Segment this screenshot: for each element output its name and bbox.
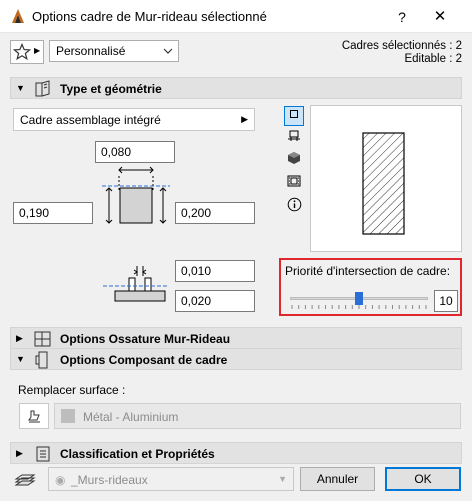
frame-gap-diagram: [103, 266, 167, 302]
offset-left-field[interactable]: 0,190: [13, 202, 93, 224]
section-view-icon: [288, 130, 300, 141]
info-button[interactable]: [284, 197, 304, 217]
priority-slider-ticks: [291, 305, 427, 309]
collapse-arrow-icon: ▼: [16, 354, 25, 364]
plan-view-icon: [290, 110, 298, 118]
cancel-button[interactable]: Annuler: [300, 467, 375, 491]
frame-type-dropdown[interactable]: Cadre assemblage intégré ▶: [13, 108, 255, 131]
replace-surface-label: Remplacer surface :: [18, 383, 126, 397]
section-classification[interactable]: ▶ Classification et Propriétés: [10, 442, 462, 464]
section-type-geometry[interactable]: ▼ Type et géométrie: [10, 77, 462, 99]
override-surface-button[interactable]: [19, 403, 49, 429]
hatched-profile-preview: [362, 132, 405, 235]
section-title: Type et géométrie: [60, 82, 162, 96]
section-framework-options[interactable]: ▶ Options Ossature Mur-Rideau: [10, 327, 462, 349]
plan-view-button[interactable]: [284, 106, 304, 126]
star-icon: [13, 43, 31, 61]
3d-view-button[interactable]: [284, 151, 304, 171]
depth-top-field[interactable]: 0,080: [95, 141, 175, 163]
preset-value: Personnalisé: [56, 44, 126, 58]
collapse-arrow-icon: ▼: [16, 83, 25, 93]
favorites-button[interactable]: ▶: [10, 40, 44, 64]
selected-frames-count: Cadres sélectionnés : 2: [341, 40, 462, 52]
frame-type-value: Cadre assemblage intégré: [20, 113, 161, 127]
section-view-button[interactable]: [284, 129, 304, 149]
chevron-down-icon: ▼: [278, 474, 287, 484]
material-swatch: [61, 409, 75, 423]
frame-preview: [310, 105, 462, 252]
expand-arrow-icon: ▶: [16, 448, 23, 458]
section-title: Options Ossature Mur-Rideau: [60, 332, 231, 346]
priority-slider-thumb[interactable]: [355, 292, 363, 305]
chevron-right-icon: ▶: [241, 114, 248, 124]
material-name: Métal - Aluminium: [83, 410, 179, 424]
expand-arrow-icon: ▶: [16, 333, 23, 343]
section-component-options[interactable]: ▼ Options Composant de cadre: [10, 348, 462, 370]
section-title: Classification et Propriétés: [60, 447, 215, 461]
layers-icon: [14, 474, 36, 486]
classification-icon: [36, 446, 50, 462]
paint-bucket-icon: [28, 410, 40, 423]
gap-field[interactable]: 0,010: [175, 260, 255, 282]
editable-count: Editable : 2: [404, 53, 462, 65]
close-button[interactable]: ✕: [430, 7, 450, 27]
width-right-field[interactable]: 0,200: [175, 202, 255, 224]
frame-section-diagram: [102, 166, 170, 224]
filmstrip-button[interactable]: [284, 174, 304, 194]
selection-info: Cadres sélectionnés : 2 Editable : 2: [342, 40, 462, 66]
help-button[interactable]: ?: [392, 7, 412, 27]
intersection-priority-label: Priorité d'intersection de cadre:: [285, 264, 451, 278]
layer-name: _Murs-rideaux: [71, 473, 148, 487]
chevron-down-icon: [163, 48, 173, 54]
window-title: Options cadre de Mur-rideau sélectionné: [32, 9, 267, 24]
bottom-field[interactable]: 0,020: [175, 290, 255, 312]
layer-dropdown[interactable]: ◉ _Murs-rideaux ▼: [48, 467, 294, 491]
info-icon: [287, 197, 301, 212]
section-title: Options Composant de cadre: [60, 353, 228, 367]
eye-icon: ◉: [55, 473, 66, 487]
priority-value-field[interactable]: 10: [434, 290, 458, 312]
framework-icon: [34, 331, 51, 347]
geometry-icon: [35, 80, 50, 97]
filmstrip-icon: [287, 175, 301, 187]
component-icon: [35, 351, 48, 369]
ok-button[interactable]: OK: [385, 467, 461, 491]
preset-dropdown[interactable]: Personnalisé: [49, 40, 179, 62]
chevron-right-icon: ▶: [34, 46, 41, 55]
app-logo-icon: [12, 9, 24, 23]
surface-material-field[interactable]: Métal - Aluminium: [54, 403, 461, 429]
3d-view-icon: [288, 152, 300, 164]
